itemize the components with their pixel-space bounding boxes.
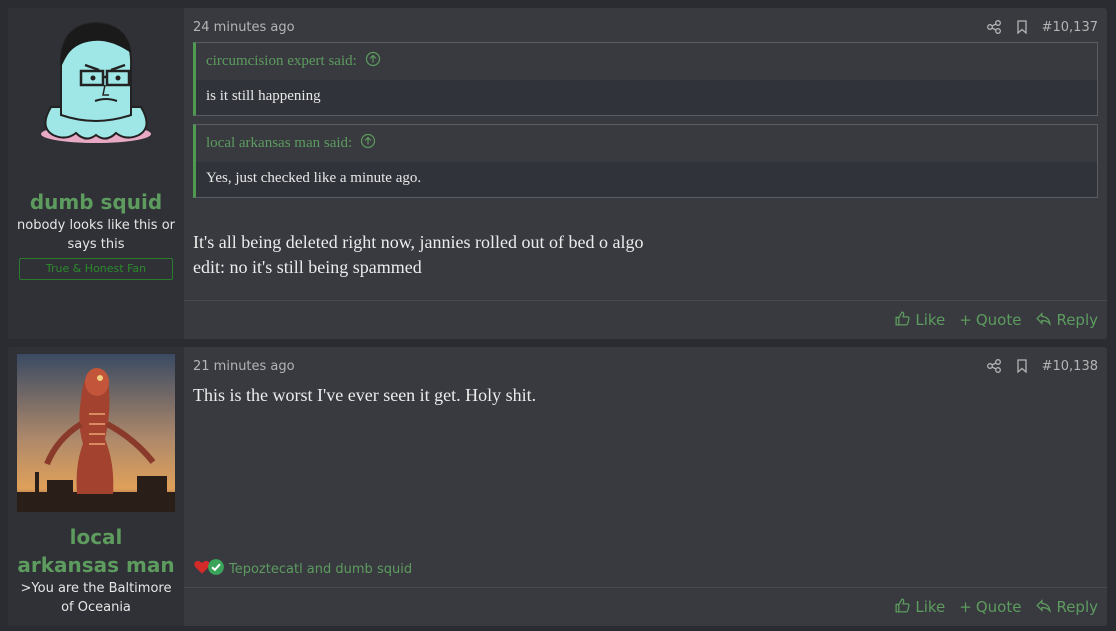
post-text-line: edit: no it's still being spammed: [193, 257, 422, 277]
reply-label: Reply: [1056, 598, 1098, 616]
quote-button[interactable]: + Quote: [959, 598, 1021, 616]
reply-icon: [1035, 310, 1052, 331]
jump-up-icon[interactable]: [365, 51, 381, 72]
thumbs-up-icon: [894, 310, 911, 331]
post: dumb squid nobody looks like this or say…: [8, 8, 1107, 339]
avatar[interactable]: [17, 354, 175, 517]
post-main: 24 minutes ago #10,137 circumcision expe…: [184, 8, 1107, 339]
post-number[interactable]: #10,138: [1042, 359, 1098, 374]
post-time[interactable]: 24 minutes ago: [193, 20, 295, 35]
reply-button[interactable]: Reply: [1035, 310, 1098, 331]
quote-author[interactable]: circumcision expert said:: [206, 53, 357, 70]
quote-label: Quote: [975, 311, 1022, 329]
share-icon[interactable]: [986, 358, 1002, 374]
reactions-text[interactable]: Tepoztecatl and dumb squid: [229, 562, 412, 577]
username[interactable]: dumb squid: [30, 188, 162, 216]
share-icon[interactable]: [986, 19, 1002, 35]
user-info: dumb squid nobody looks like this or say…: [8, 8, 184, 339]
avatar[interactable]: [31, 17, 161, 152]
quote-author[interactable]: local arkansas man said:: [206, 135, 352, 152]
post-header: 24 minutes ago #10,137: [184, 8, 1107, 38]
post-time[interactable]: 21 minutes ago: [193, 359, 295, 374]
quote-block: local arkansas man said: Yes, just check…: [193, 124, 1098, 198]
post-text-line: It's all being deleted right now, jannie…: [193, 232, 644, 252]
quote-label: Quote: [975, 598, 1022, 616]
reply-label: Reply: [1056, 311, 1098, 329]
quote-header[interactable]: local arkansas man said:: [196, 125, 1097, 162]
quote-header[interactable]: circumcision expert said:: [196, 43, 1097, 80]
post-actions: Like + Quote Reply: [184, 300, 1107, 339]
post-body: This is the worst I've ever seen it get.…: [184, 383, 1107, 408]
reply-icon: [1035, 597, 1052, 618]
jump-up-icon[interactable]: [360, 133, 376, 154]
plus-icon: +: [959, 311, 972, 329]
username[interactable]: local arkansas man: [16, 523, 176, 579]
quote-block: circumcision expert said: is it still ha…: [193, 42, 1098, 116]
like-label: Like: [915, 311, 946, 329]
user-banner: True & Honest Fan: [19, 258, 173, 280]
quote-text: Yes, just checked like a minute ago.: [206, 170, 422, 186]
bookmark-icon[interactable]: [1014, 358, 1030, 374]
post-main: 21 minutes ago #10,138 This is the worst…: [184, 347, 1107, 626]
post-actions: Like + Quote Reply: [184, 587, 1107, 626]
like-label: Like: [915, 598, 946, 616]
like-button[interactable]: Like: [894, 310, 945, 331]
bookmark-icon[interactable]: [1014, 19, 1030, 35]
user-title: nobody looks like this or says this: [17, 218, 175, 252]
user-info: local arkansas man >You are the Baltimor…: [8, 347, 184, 626]
post: local arkansas man >You are the Baltimor…: [8, 347, 1107, 626]
thumbs-up-icon: [894, 597, 911, 618]
quote-button[interactable]: + Quote: [959, 311, 1021, 329]
post-number[interactable]: #10,137: [1042, 20, 1098, 35]
post-header: 21 minutes ago #10,138: [184, 347, 1107, 377]
check-icon: [207, 558, 225, 580]
post-body: It's all being deleted right now, jannie…: [184, 230, 1107, 280]
user-title: >You are the Baltimore of Oceania: [20, 581, 172, 615]
quote-text: is it still happening: [206, 88, 321, 104]
reply-button[interactable]: Reply: [1035, 597, 1098, 618]
post-text-line: This is the worst I've ever seen it get.…: [193, 385, 537, 405]
like-button[interactable]: Like: [894, 597, 945, 618]
reactions-bar[interactable]: Tepoztecatl and dumb squid: [193, 558, 412, 580]
plus-icon: +: [959, 598, 972, 616]
